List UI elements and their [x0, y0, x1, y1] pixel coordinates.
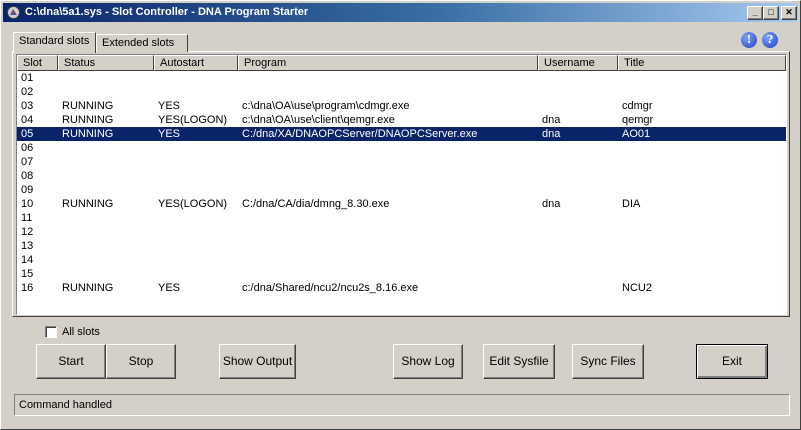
cell-program: C:/dna/CA/dia/dmng_8.30.exe: [242, 198, 390, 210]
cell-status: RUNNING: [62, 128, 114, 140]
table-row[interactable]: 09: [17, 183, 786, 197]
window-title: C:\dna\5a1.sys - Slot Controller - DNA P…: [25, 6, 309, 18]
list-header: Slot Status Autostart Program Username T…: [17, 55, 786, 71]
cell-program: C:/dna/XA/DNAOPCServer/DNAOPCServer.exe: [242, 128, 478, 140]
cell-username: dna: [542, 128, 561, 140]
cell-status: RUNNING: [62, 282, 114, 294]
main-window: C:\dna\5a1.sys - Slot Controller - DNA P…: [0, 0, 801, 430]
cell-slot: 10: [21, 198, 34, 210]
start-button[interactable]: Start: [36, 344, 106, 379]
maximize-button[interactable]: □: [763, 6, 779, 20]
table-row[interactable]: 05 RUNNING YES C:/dna/XA/DNAOPCServer/DNAOP…: [17, 127, 786, 141]
cell-status: RUNNING: [62, 198, 114, 210]
table-row[interactable]: 03 RUNNING YES c:\dna\OA\use\program\cdmgr.…: [17, 99, 786, 113]
column-header-title[interactable]: Title: [618, 55, 786, 71]
cell-program: c:\dna\OA\use\client\qemgr.exe: [242, 114, 395, 126]
show-output-button[interactable]: Show Output: [219, 344, 296, 379]
column-header-program[interactable]: Program: [238, 55, 538, 71]
help-icon[interactable]: ?: [762, 32, 778, 48]
table-row[interactable]: 11: [17, 211, 786, 225]
column-header-username[interactable]: Username: [538, 55, 618, 71]
table-row[interactable]: 12: [17, 225, 786, 239]
minimize-icon: _: [752, 7, 758, 17]
cell-autostart: YES(LOGON): [158, 114, 228, 126]
cell-slot: 09: [21, 184, 34, 196]
column-header-status[interactable]: Status: [58, 55, 154, 71]
table-row[interactable]: 07: [17, 155, 786, 169]
cell-program: c:\dna\OA\use\program\cdmgr.exe: [242, 100, 410, 112]
title-bar[interactable]: C:\dna\5a1.sys - Slot Controller - DNA P…: [3, 3, 798, 22]
cell-autostart: YES(LOGON): [158, 198, 228, 210]
cell-slot: 01: [21, 72, 34, 84]
close-button[interactable]: ✕: [781, 6, 797, 20]
tab-standard-slots[interactable]: Standard slots: [13, 32, 96, 53]
table-row[interactable]: 01: [17, 71, 786, 85]
tab-extended-slots[interactable]: Extended slots: [96, 34, 188, 52]
cell-slot: 08: [21, 170, 34, 182]
show-log-button[interactable]: Show Log: [393, 344, 463, 379]
table-row[interactable]: 06: [17, 141, 786, 155]
cell-autostart: YES: [158, 282, 181, 294]
cell-program: c:/dna/Shared/ncu2/ncu2s_8.16.exe: [242, 282, 419, 294]
table-row[interactable]: 04 RUNNING YES(LOGON) c:\dna\OA\use\client\…: [17, 113, 786, 127]
all-slots-checkbox[interactable]: [45, 326, 57, 338]
cell-slot: 14: [21, 254, 34, 266]
cell-slot: 05: [21, 128, 34, 140]
cell-slot: 12: [21, 226, 34, 238]
cell-slot: 06: [21, 142, 34, 154]
cell-slot: 02: [21, 86, 34, 98]
cell-slot: 07: [21, 156, 34, 168]
table-row[interactable]: 08: [17, 169, 786, 183]
minimize-button[interactable]: _: [747, 6, 763, 20]
column-header-autostart[interactable]: Autostart: [154, 55, 238, 71]
column-header-slot[interactable]: Slot: [17, 55, 58, 71]
info-icon[interactable]: !: [741, 32, 757, 48]
cell-slot: 11: [21, 212, 33, 224]
sync-files-button[interactable]: Sync Files: [572, 344, 644, 379]
cell-title: cdmgr: [622, 100, 653, 112]
slot-list[interactable]: Slot Status Autostart Program Username T…: [16, 54, 787, 315]
table-row[interactable]: 14: [17, 253, 786, 267]
table-row[interactable]: 16 RUNNING YES c:/dna/Shared/ncu2/ncu2s_8.1…: [17, 281, 786, 295]
status-bar: Command handled: [14, 394, 790, 416]
cell-status: RUNNING: [62, 114, 114, 126]
table-row[interactable]: 02: [17, 85, 786, 99]
app-icon: [7, 6, 20, 19]
cell-username: dna: [542, 198, 561, 210]
cell-title: AO01: [622, 128, 651, 140]
cell-slot: 15: [21, 268, 34, 280]
table-row[interactable]: 15: [17, 267, 786, 281]
cell-title: DIA: [622, 198, 641, 210]
cell-status: RUNNING: [62, 100, 114, 112]
cell-title: qemgr: [622, 114, 654, 126]
cell-slot: 16: [21, 282, 34, 294]
cell-slot: 03: [21, 100, 34, 112]
close-icon: ✕: [785, 7, 793, 17]
cell-slot: 04: [21, 114, 34, 126]
edit-sysfile-button[interactable]: Edit Sysfile: [483, 344, 555, 379]
table-row[interactable]: 13: [17, 239, 786, 253]
table-row[interactable]: 10 RUNNING YES(LOGON) C:/dna/CA/dia/dmng_8.…: [17, 197, 786, 211]
exit-button[interactable]: Exit: [696, 344, 768, 379]
cell-username: dna: [542, 114, 561, 126]
stop-button[interactable]: Stop: [106, 344, 176, 379]
cell-slot: 13: [21, 240, 34, 252]
cell-title: NCU2: [622, 282, 652, 294]
cell-autostart: YES: [158, 100, 181, 112]
maximize-icon: □: [768, 7, 774, 17]
all-slots-label: All slots: [62, 326, 100, 338]
cell-autostart: YES: [158, 128, 181, 140]
